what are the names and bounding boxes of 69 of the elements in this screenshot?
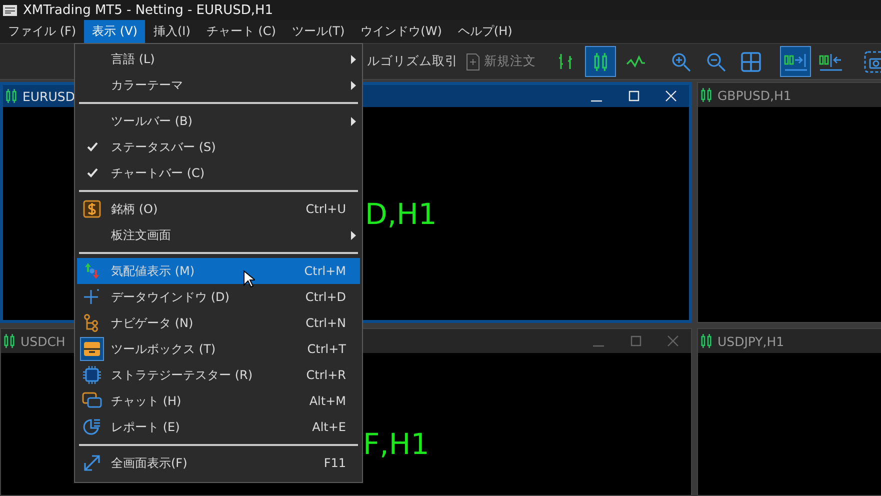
menu-item[interactable]: ヘルプ(H) [450,20,520,43]
submenu-arrow-icon [350,230,356,240]
chart-symbol-label: D,H1 [365,196,437,230]
minimize-icon [593,345,604,347]
view-menu-item[interactable]: データウインドウ (D) Ctrl+D [77,284,360,310]
menu-item[interactable]: ファイル (F) [0,20,84,43]
arrows-icon [83,262,101,280]
submenu-arrow-icon [350,80,356,90]
maximize-icon [628,90,640,102]
view-menu-item[interactable]: チャット (H) Alt+M [77,388,360,414]
chart-title: USDJPY,H1 [718,334,784,348]
window-title: XMTrading MT5 - Netting - EURUSD,H1 [23,2,274,18]
check-icon [86,168,98,178]
view-menu-item[interactable]: 板注文画面 [77,222,360,248]
view-menu-item[interactable]: 気配値表示 (M) Ctrl+M [77,258,360,284]
candlestick-icon [701,88,712,102]
view-menu-item[interactable]: ステータスバー (S) [77,134,360,160]
algo-trading-button[interactable]: ルゴリズム取引 [367,53,458,70]
chip-icon [83,366,101,384]
close-icon [666,335,678,347]
crosshair-icon [83,288,101,306]
chart-title: EURUSD [22,88,75,104]
view-menu-item[interactable]: 銘柄 (O) Ctrl+U [77,196,360,222]
minimize-icon [591,100,602,102]
view-menu-item[interactable]: ストラテジーテスター (R) Ctrl+R [77,362,360,388]
new-order-button[interactable]: 新規注文 [484,53,536,70]
menu-item[interactable]: 表示 (V) [84,20,146,43]
toolbar-button[interactable] [585,46,616,77]
view-menu-item[interactable]: チャートバー (C) [77,160,360,186]
candlestick-icon [594,52,608,70]
toolbox-icon [80,337,104,361]
menu-item[interactable]: 挿入(I) [145,20,198,43]
close-icon [664,90,676,102]
maximize-icon [630,335,642,347]
chart-title: USDCH [20,334,66,348]
view-menu-item[interactable]: ツールバー (B) [77,108,360,134]
toolbar-button[interactable] [780,46,811,77]
menu-item[interactable]: ウインドウ(W) [352,20,450,43]
view-menu-item[interactable]: ツールボックス (T) Ctrl+T [77,336,360,362]
app-logo-icon [3,4,17,16]
view-menu-item[interactable]: 言語 (L) [77,46,360,72]
submenu-arrow-icon [350,116,356,126]
candlestick-icon [701,334,712,348]
view-menu-item[interactable]: 全画面表示(F) F11 [77,450,360,476]
view-menu-item[interactable]: カラーテーマ [77,72,360,98]
menu-item[interactable]: チャート (C) [198,20,284,43]
dollar-icon [83,200,101,218]
chat-icon [82,392,102,410]
chart-symbol-label: F,H1 [363,427,430,461]
grid-icon [740,52,760,72]
auto-scroll-icon [784,52,808,72]
chart-title: GBPUSD,H1 [718,88,792,102]
candlestick-icon [4,334,14,348]
line-chart-icon [626,54,646,68]
report-icon [83,418,101,436]
view-menu-item[interactable]: レポート (E) Alt+E [77,414,360,440]
new-order-icon [466,52,480,70]
candlestick-icon [6,89,16,103]
menu-item[interactable]: ツール(T) [284,20,353,43]
zoom-in-icon [670,52,690,72]
check-icon [86,142,98,152]
camera-icon [864,50,881,72]
mouse-cursor-icon [243,270,255,288]
expand-icon [83,454,101,472]
navigator-icon [83,314,101,332]
submenu-arrow-icon [350,54,356,64]
zoom-out-icon [706,52,726,72]
view-menu-item[interactable]: ナビゲータ (N) Ctrl+N [77,310,360,336]
chart-shift-icon [818,52,842,72]
